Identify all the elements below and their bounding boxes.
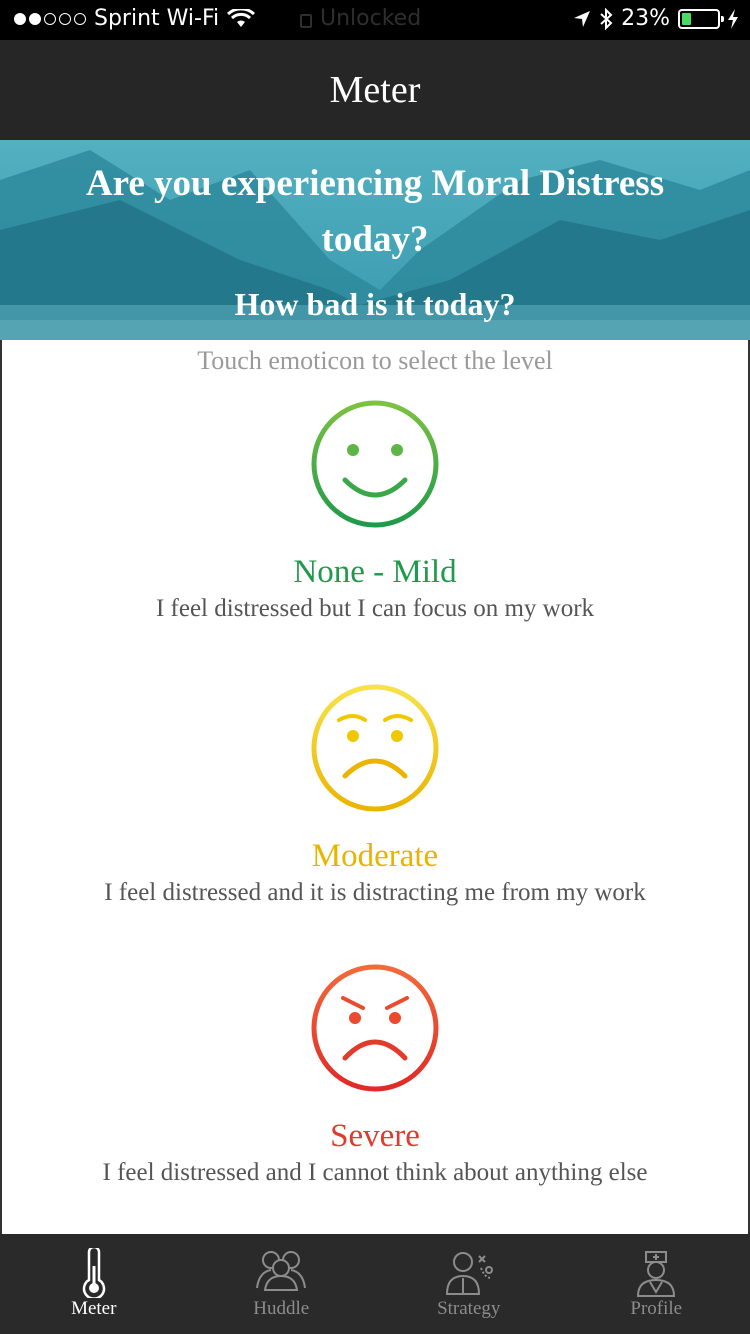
- nurse-profile-icon: [637, 1251, 676, 1297]
- page-title: Meter: [329, 69, 421, 111]
- level-title: None - Mild: [293, 554, 457, 590]
- bluetooth-icon: [600, 7, 613, 30]
- level-description: I feel distressed but I can focus on my …: [155, 595, 595, 622]
- carrier-label: Sprint Wi-Fi: [94, 6, 220, 31]
- lock-icon: [300, 13, 312, 28]
- group-icon: [256, 1251, 307, 1291]
- level-title: Moderate: [311, 838, 439, 874]
- tab-profile[interactable]: Profile: [563, 1234, 750, 1334]
- tab-label: Huddle: [253, 1298, 310, 1319]
- level-description: I feel distressed and it is distracting …: [104, 879, 646, 906]
- tab-meter[interactable]: Meter: [0, 1234, 188, 1334]
- tab-label: Meter: [71, 1298, 117, 1319]
- smiley-face-icon[interactable]: [309, 400, 441, 532]
- header-banner: Are you experiencing Moral Distress toda…: [0, 140, 750, 340]
- level-none-mild: None - Mild I feel distressed but I can …: [0, 400, 750, 623]
- tab-label: Profile: [630, 1298, 683, 1319]
- level-severe: Severe I feel distressed and I cannot th…: [0, 964, 750, 1187]
- status-left: Sprint Wi-Fi: [14, 6, 256, 31]
- location-arrow-icon: [574, 10, 591, 27]
- battery-percent: 23%: [621, 6, 670, 31]
- level-description: I feel distressed and I cannot think abo…: [102, 1159, 648, 1186]
- tab-huddle[interactable]: Huddle: [188, 1234, 376, 1334]
- angry-face-icon[interactable]: [309, 964, 441, 1096]
- status-right: 23%: [573, 6, 738, 31]
- status-bar: Sprint Wi-Fi Unlocked 23%: [0, 0, 750, 40]
- instruction-hint: Touch emoticon to select the level: [197, 346, 553, 375]
- tab-bar: Meter Huddle Strategy Profile: [0, 1234, 750, 1334]
- level-title: Severe: [330, 1118, 420, 1154]
- navigation-bar: Meter: [0, 40, 750, 140]
- severity-question: How bad is it today?: [234, 286, 516, 322]
- content-left-border: [0, 340, 2, 1234]
- distress-question: Are you experiencing Moral Distress toda…: [85, 163, 665, 260]
- lock-status: Unlocked: [300, 6, 421, 31]
- worried-face-icon[interactable]: [309, 684, 441, 816]
- tab-label: Strategy: [437, 1298, 501, 1319]
- meter-content: Touch emoticon to select the level None …: [0, 340, 750, 1234]
- level-moderate: Moderate I feel distressed and it is dis…: [0, 684, 750, 907]
- tab-strategy[interactable]: Strategy: [375, 1234, 563, 1334]
- strategy-person-icon: [445, 1252, 493, 1295]
- wifi-icon: [227, 8, 256, 27]
- battery-icon: [678, 8, 724, 29]
- charging-bolt-icon: [728, 8, 738, 29]
- thermometer-icon: [82, 1248, 105, 1298]
- lock-status-label: Unlocked: [320, 6, 422, 31]
- signal-strength-icon: [14, 12, 86, 25]
